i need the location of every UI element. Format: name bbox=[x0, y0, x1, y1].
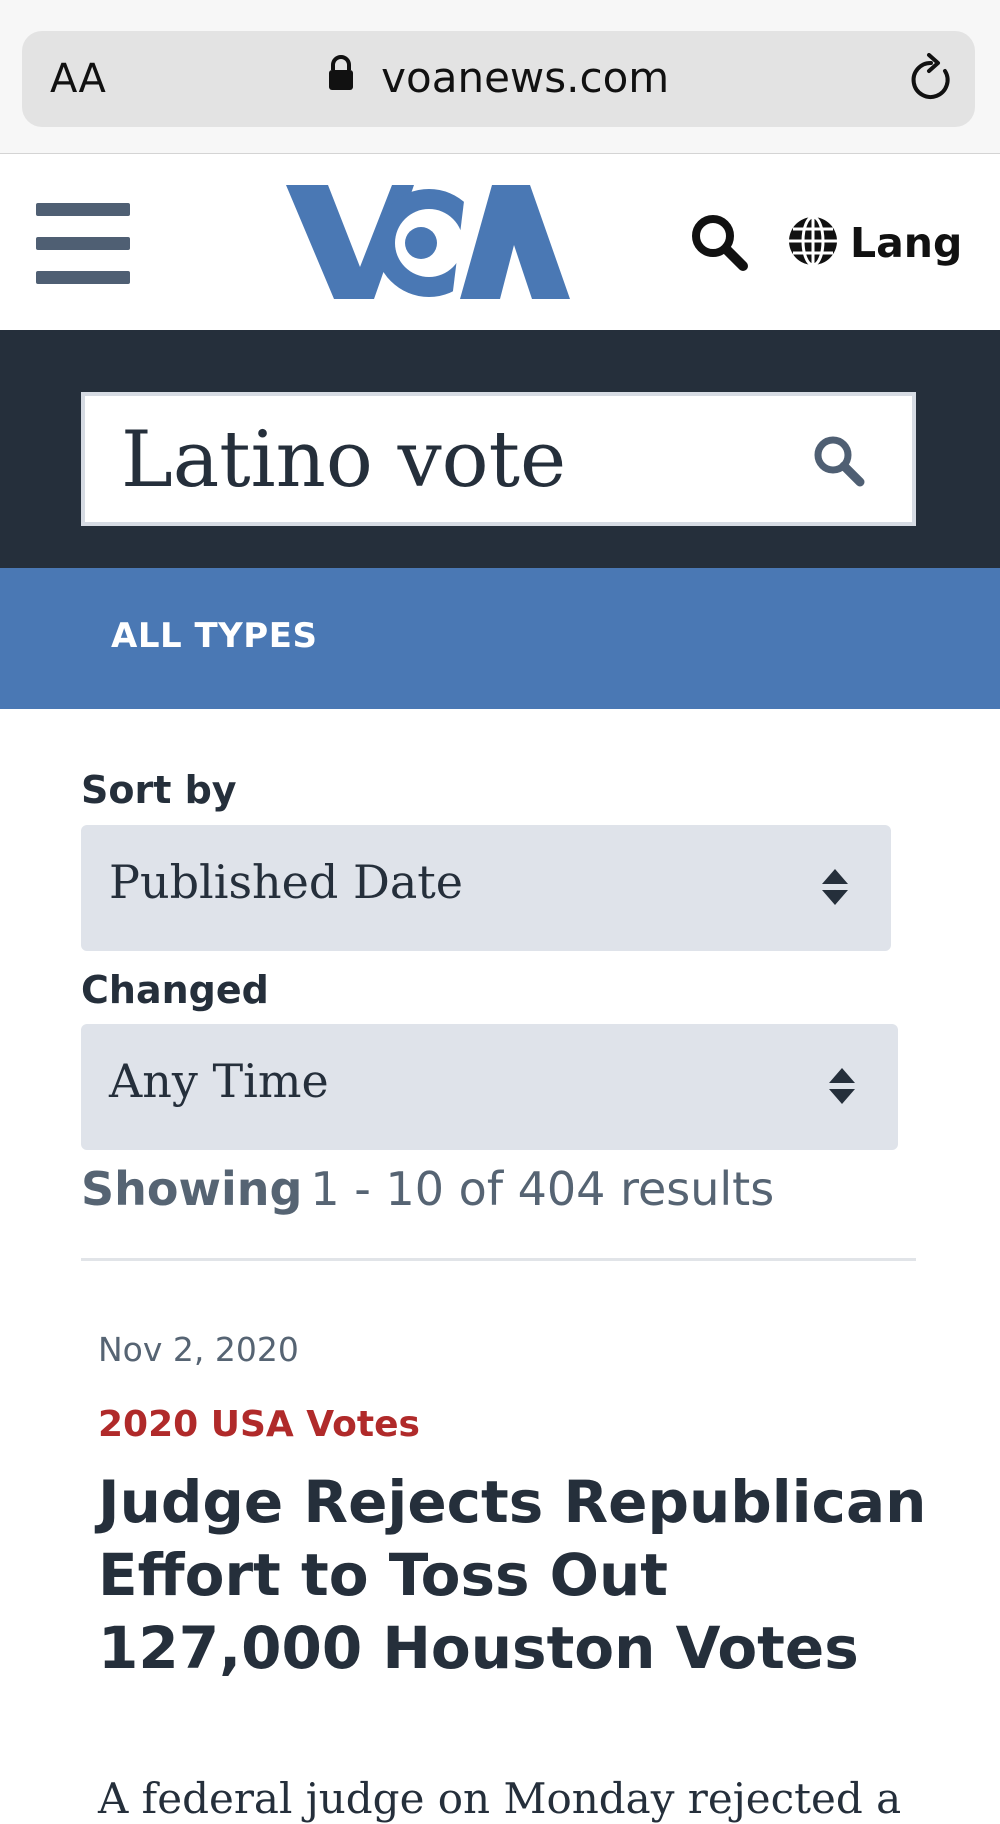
search-box bbox=[81, 392, 916, 526]
changed-value: Any Time bbox=[109, 1054, 329, 1108]
search-icon bbox=[814, 436, 865, 487]
language-button[interactable]: Lang bbox=[786, 215, 962, 271]
sort-by-value: Published Date bbox=[109, 855, 463, 909]
reload-icon[interactable] bbox=[907, 53, 955, 108]
select-arrows-icon bbox=[821, 867, 849, 912]
article-title-link[interactable]: Judge Rejects Republican Effort to Toss … bbox=[98, 1466, 928, 1685]
changed-label: Changed bbox=[81, 968, 269, 1012]
content-types-bar: ALL TYPES bbox=[0, 568, 1000, 709]
url-field[interactable]: AA voanews.com bbox=[22, 31, 975, 127]
voa-logo[interactable] bbox=[286, 185, 570, 306]
sort-by-label: Sort by bbox=[81, 768, 237, 812]
site-header: Lang bbox=[0, 155, 1000, 330]
article-date: Nov 2, 2020 bbox=[98, 1330, 299, 1369]
browser-address-bar: AA voanews.com bbox=[0, 0, 1000, 154]
globe-icon bbox=[786, 214, 840, 273]
select-arrows-icon bbox=[828, 1066, 856, 1111]
article-category-link[interactable]: 2020 USA Votes bbox=[98, 1404, 420, 1445]
search-submit-button[interactable] bbox=[812, 434, 866, 493]
sort-by-select[interactable]: Published Date bbox=[81, 825, 891, 951]
divider bbox=[81, 1258, 916, 1261]
showing-label: Showing bbox=[81, 1162, 303, 1216]
search-section bbox=[0, 330, 1000, 568]
search-icon[interactable] bbox=[690, 213, 748, 276]
showing-range: 1 - 10 of 404 results bbox=[310, 1162, 775, 1216]
url-display[interactable]: voanews.com bbox=[22, 53, 975, 103]
results-count: Showing 1 - 10 of 404 results bbox=[81, 1162, 774, 1216]
tab-all-types[interactable]: ALL TYPES bbox=[111, 616, 317, 656]
lock-icon bbox=[328, 52, 354, 102]
changed-select[interactable]: Any Time bbox=[81, 1024, 898, 1150]
language-label: Lang bbox=[850, 219, 963, 267]
url-text: voanews.com bbox=[381, 53, 670, 102]
search-input[interactable] bbox=[121, 410, 781, 510]
article-excerpt: A federal judge on Monday rejected a bbox=[98, 1774, 902, 1823]
hamburger-menu-icon[interactable] bbox=[36, 203, 130, 285]
